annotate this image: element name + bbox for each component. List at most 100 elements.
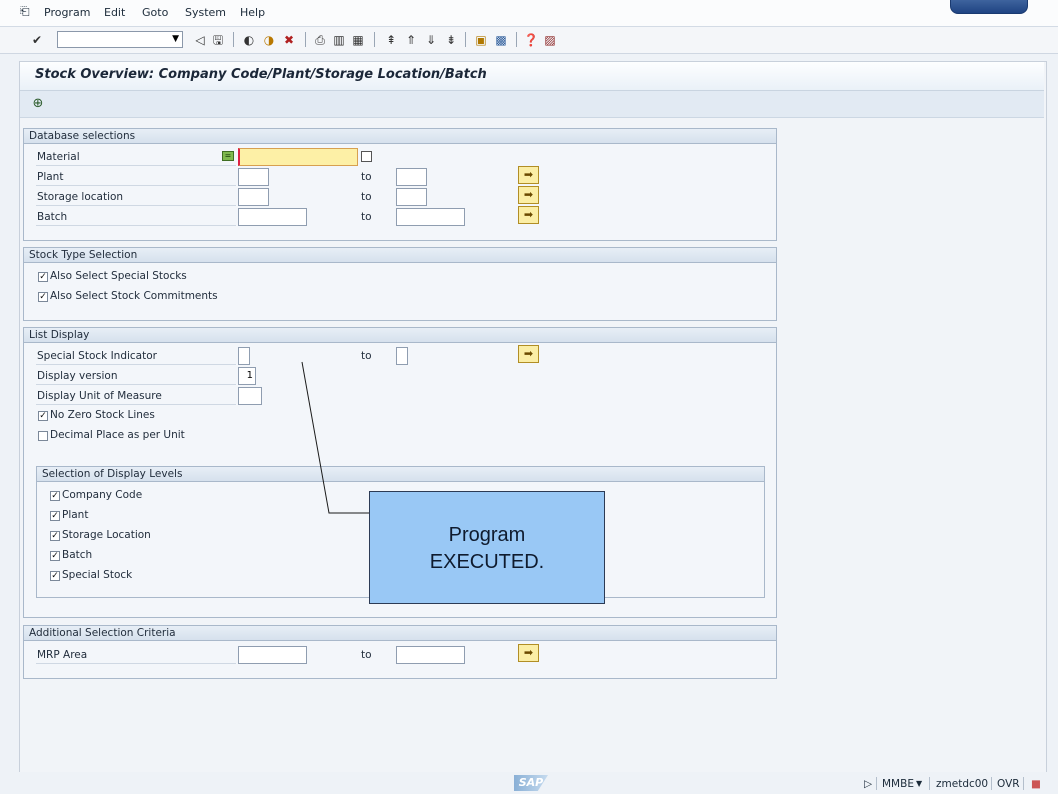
standard-toolbar: ✔ ▼ ◁ 🖫 ◐ ◑ ✖ ⎙ ▥ ▦ ⇞ ⇑ ⇓ ⇟ ▣ ▩ ❓ ▨ — [0, 27, 1058, 54]
stock-commitments-checkbox[interactable]: ✓ — [38, 292, 48, 302]
status-separator — [991, 777, 992, 790]
application-toolbar: ⊕ — [20, 91, 1044, 118]
multiple-selection-arrow-icon[interactable]: ➡ — [518, 186, 539, 204]
status-separator — [929, 777, 930, 790]
menu-edit[interactable]: Edit — [104, 6, 125, 19]
display-version-label: Display version — [37, 370, 118, 382]
storage-location-to-input[interactable] — [396, 188, 427, 206]
menu-system[interactable]: System — [185, 6, 226, 19]
multiple-selection-arrow-icon[interactable]: ➡ — [518, 345, 539, 363]
help-icon[interactable]: ❓ — [523, 32, 539, 48]
plant-to-label: to — [361, 171, 372, 183]
group-header: Selection of Display Levels — [37, 467, 764, 482]
underline — [36, 663, 236, 664]
mrp-area-from-input[interactable] — [238, 646, 307, 664]
chevron-down-icon[interactable]: ▼ — [172, 32, 179, 47]
mrp-area-to-input[interactable] — [396, 646, 465, 664]
toolbar-separator — [374, 32, 375, 47]
title-bar: Stock Overview: Company Code/Plant/Stora… — [20, 62, 1044, 91]
underline — [36, 404, 236, 405]
exit-icon[interactable]: ◑ — [261, 32, 277, 48]
annotation-callout: Program EXECUTED. — [369, 491, 605, 604]
level-plant-checkbox[interactable]: ✓ — [50, 511, 60, 521]
group-header: List Display — [24, 328, 776, 343]
group-header: Additional Selection Criteria — [24, 626, 776, 641]
callout-text: Program EXECUTED. — [429, 524, 545, 573]
material-input[interactable] — [238, 148, 358, 166]
level-special-stock-label: Special Stock — [62, 569, 133, 581]
back-arrow-icon[interactable]: ◁ — [192, 32, 208, 48]
selection-option-icon[interactable]: = — [222, 151, 234, 161]
underline — [36, 165, 236, 166]
batch-from-input[interactable] — [238, 208, 307, 226]
plant-to-input[interactable] — [396, 168, 427, 186]
level-special-stock-checkbox[interactable]: ✓ — [50, 571, 60, 581]
status-separator — [1023, 777, 1024, 790]
insert-mode: OVR — [997, 778, 1020, 790]
command-field[interactable]: ▼ — [57, 31, 183, 48]
toolbar-separator — [305, 32, 306, 47]
batch-label: Batch — [37, 211, 68, 223]
status-lock-icon: ■ — [1031, 778, 1041, 790]
special-stock-indicator-label: Special Stock Indicator — [37, 350, 157, 362]
underline — [36, 185, 236, 186]
group-header: Database selections — [24, 129, 776, 144]
special-stock-indicator-from-input[interactable] — [238, 347, 250, 365]
plant-from-input[interactable] — [238, 168, 269, 186]
special-stock-indicator-to-input[interactable] — [396, 347, 408, 365]
menu-exit-icon[interactable]: ⎗ — [20, 4, 30, 19]
group-header: Stock Type Selection — [24, 248, 776, 263]
no-zero-stock-lines-checkbox[interactable]: ✓ — [38, 411, 48, 421]
find-icon[interactable]: ▥ — [331, 32, 347, 48]
cancel-icon[interactable]: ✖ — [281, 32, 297, 48]
display-uom-label: Display Unit of Measure — [37, 390, 162, 402]
toolbar-separator — [233, 32, 234, 47]
back-icon[interactable]: ◐ — [241, 32, 257, 48]
display-version-input[interactable]: 1 — [238, 367, 256, 385]
underline — [36, 205, 236, 206]
plant-label: Plant — [37, 171, 64, 183]
special-stocks-checkbox[interactable]: ✓ — [38, 272, 48, 282]
multiple-selection-arrow-icon[interactable]: ➡ — [518, 644, 539, 662]
next-page-icon[interactable]: ⇓ — [423, 32, 439, 48]
last-page-icon[interactable]: ⇟ — [443, 32, 459, 48]
status-toggle-icon[interactable]: ▷ — [864, 778, 872, 790]
new-session-icon[interactable]: ▣ — [473, 32, 489, 48]
check-icon[interactable]: ✔ — [29, 32, 45, 48]
menu-help[interactable]: Help — [240, 6, 265, 19]
underline — [36, 364, 236, 365]
layout-menu-icon[interactable]: ▨ — [542, 32, 558, 48]
window-controls[interactable] — [950, 0, 1028, 14]
shortcut-icon[interactable]: ▩ — [493, 32, 509, 48]
storage-location-label: Storage location — [37, 191, 124, 203]
level-plant-label: Plant — [62, 509, 89, 521]
multiple-selection-arrow-icon[interactable]: ➡ — [518, 166, 539, 184]
execute-icon[interactable]: ⊕ — [30, 96, 46, 112]
no-zero-stock-lines-label: No Zero Stock Lines — [50, 409, 155, 421]
first-page-icon[interactable]: ⇞ — [383, 32, 399, 48]
chevron-down-icon[interactable]: ▼ — [916, 779, 922, 788]
storage-location-from-input[interactable] — [238, 188, 269, 206]
stock-commitments-label: Also Select Stock Commitments — [50, 290, 218, 302]
level-batch-label: Batch — [62, 549, 93, 561]
level-batch-checkbox[interactable]: ✓ — [50, 551, 60, 561]
decimal-place-label: Decimal Place as per Unit — [50, 429, 185, 441]
batch-to-input[interactable] — [396, 208, 465, 226]
page-title: Stock Overview: Company Code/Plant/Stora… — [35, 67, 487, 82]
menu-goto[interactable]: Goto — [142, 6, 168, 19]
decimal-place-checkbox[interactable] — [38, 431, 48, 441]
display-uom-input[interactable] — [238, 387, 262, 405]
previous-page-icon[interactable]: ⇑ — [403, 32, 419, 48]
stock-type-selection-group: Stock Type Selection — [23, 247, 777, 321]
save-icon[interactable]: 🖫 — [210, 32, 226, 48]
sap-logo: SAP — [514, 775, 548, 791]
multiple-selection-arrow-icon[interactable]: ➡ — [518, 206, 539, 224]
multiple-selection-icon[interactable] — [361, 151, 372, 162]
menu-bar: ⎗ Program Edit Goto System Help — [0, 0, 1058, 27]
level-company-code-checkbox[interactable]: ✓ — [50, 491, 60, 501]
print-icon[interactable]: ⎙ — [312, 32, 328, 48]
level-storage-location-checkbox[interactable]: ✓ — [50, 531, 60, 541]
find-next-icon[interactable]: ▦ — [350, 32, 366, 48]
level-storage-location-label: Storage Location — [62, 529, 151, 541]
menu-program[interactable]: Program — [44, 6, 90, 19]
